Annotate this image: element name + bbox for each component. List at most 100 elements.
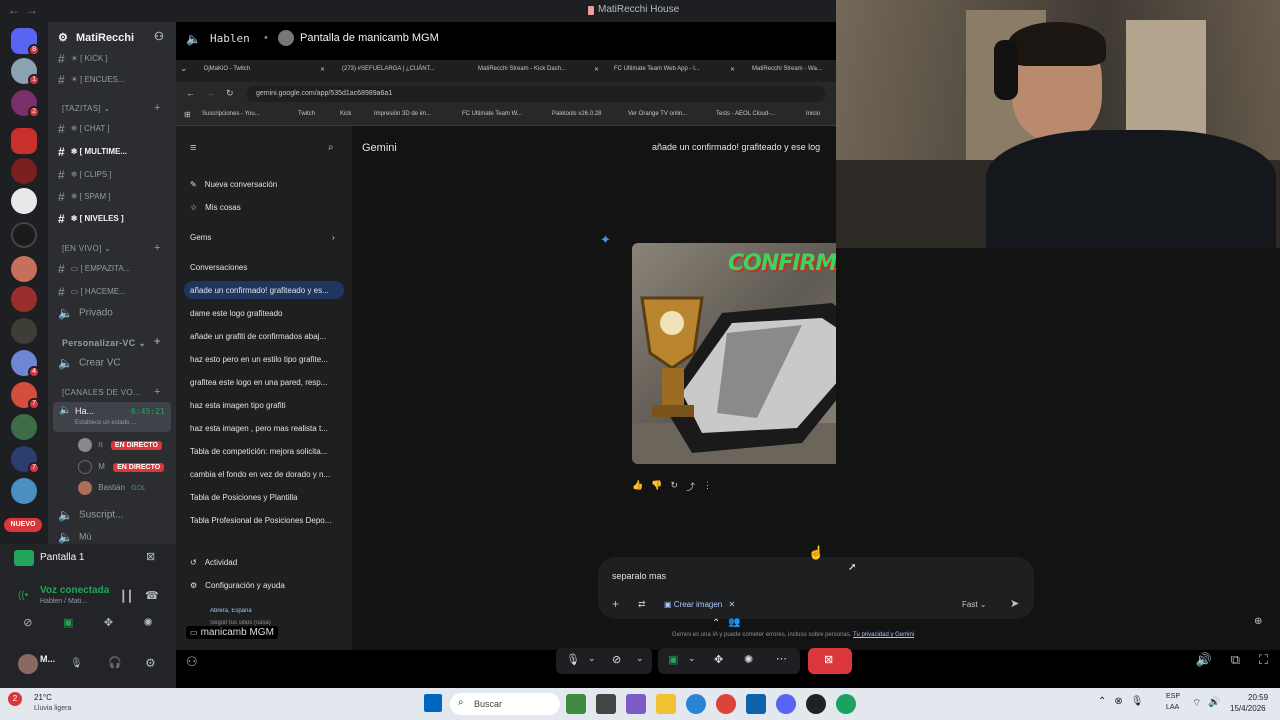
conversation-item[interactable]: haz esto pero en un estilo tipo grafite.… [190,355,340,364]
effects-icon[interactable]: ✺ [144,616,153,636]
activities-icon[interactable]: ✥ [714,653,723,666]
soundboard-icon[interactable]: ✺ [744,653,753,666]
gemini-brand[interactable]: Gemini [362,142,397,154]
zoom-icon[interactable]: ⊕ [1254,616,1262,627]
bookmark[interactable]: FC Ultimate Team W... [462,111,522,117]
conversation-item[interactable]: Tabla Profesional de Posiciones Depo... [190,516,340,525]
model-selector[interactable]: Fast ⌄ [962,600,987,609]
channel-item[interactable]: # ☀ [ ENCUES... [58,73,174,87]
channel-item[interactable]: # ☀ [ KICK ] [58,52,174,66]
server-icon[interactable] [11,478,37,504]
disconnect-icon[interactable]: ☎ [145,589,159,602]
video-off-icon[interactable]: ⊘ [23,616,32,636]
conversation-item[interactable]: Tabla de Posiciones y Plantilla [190,493,340,502]
wifi-icon[interactable]: ⌔ [1192,697,1201,710]
conversation-item[interactable]: dame este logo grafiteado [190,309,340,318]
mic-icon[interactable]: 🎙 [1131,696,1144,707]
conversation-item[interactable]: haz esta imagen , pero mas realista t... [190,424,340,433]
discord-icon[interactable] [776,694,796,714]
server-header[interactable]: ⚙ MatiRecchi ⚇ [48,22,176,52]
taskbar-app-icon[interactable] [806,694,826,714]
tools-icon[interactable]: ⇄ [638,599,646,610]
forward-icon[interactable]: → [206,88,215,98]
channel-item[interactable]: # ❄ [ MULTIME... [58,145,174,159]
create-image-chip[interactable]: ▣ Crear imagen ✕ [664,600,735,609]
start-button[interactable] [424,694,442,712]
settings-icon[interactable]: ⚙ [145,656,156,670]
taskbar-app-icon[interactable] [626,694,646,714]
avatar[interactable] [18,654,38,674]
participants-icon[interactable]: 👥 [728,617,740,628]
activities-icon[interactable]: ✥ [104,616,113,636]
add-icon[interactable]: + [612,597,619,611]
leave-call-button[interactable]: ⊠ [808,648,852,674]
mic-icon[interactable]: 🎙 [566,653,580,666]
bookmark[interactable]: Paletools v26.0.28 [552,111,601,117]
volume-icon[interactable]: 🔊 [1208,697,1220,708]
forward-icon[interactable]: → [26,3,38,17]
server-icon[interactable] [11,286,37,312]
bookmark[interactable]: Suscripciones - You... [202,111,260,117]
taskbar-app-icon[interactable] [746,694,766,714]
category-personalizar[interactable]: Personalizar-VC ⌄ + [62,336,160,349]
server-icon[interactable] [11,128,37,154]
chrome-icon[interactable] [716,694,736,714]
channel-item[interactable]: # ❄ [ NIVELES ] [58,212,174,226]
tab-close-icon[interactable]: ✕ [320,66,325,73]
active-voice-channel[interactable]: 🔈 Ha... 6:45:21 Establece un estado ... [53,402,171,432]
category-canales-voz[interactable]: [CANALES DE VO... + [62,386,160,398]
headphones-icon[interactable]: 🎧 [108,656,122,669]
discord-home-icon[interactable]: 8 [11,28,40,56]
back-icon[interactable]: ← [186,88,195,98]
bookmark[interactable]: Twitch [298,111,315,117]
popout-icon[interactable]: ⧉ [1231,652,1240,668]
server-icon[interactable] [11,318,37,344]
fullscreen-icon[interactable]: ⛶ [1259,652,1268,668]
conversation-item[interactable]: añade un grafiti de confirmados abaj... [190,332,340,341]
channel-item[interactable]: # ❄ [ SPAM ] [58,190,174,204]
chevron-down-icon[interactable]: ⌄ [688,653,696,664]
server-icon[interactable]: 7 [11,382,40,410]
server-icon[interactable] [11,188,37,214]
crear-vc-channel[interactable]: 🔈 Crear VC [58,356,174,370]
more-icon[interactable]: ⋮ [703,480,712,493]
channel-item[interactable]: 🔈 Suscript... [58,508,174,522]
thumbs-up-icon[interactable]: 👍 [632,480,643,493]
server-icon[interactable]: 7 [11,446,40,474]
menu-icon[interactable]: ≡ [190,142,196,154]
conversation-item[interactable]: cambia el fondo en vez de dorado y n... [190,470,340,479]
channel-item[interactable]: # ❄ [ CHAT ] [58,122,174,136]
taskbar-app-icon[interactable] [566,694,586,714]
conversation-item[interactable]: grafitea este logo en una pared, resp... [190,378,340,387]
gems-item[interactable]: Gems › [190,233,340,242]
channel-item[interactable]: # ▭ [ HACEME... [58,285,174,299]
camera-off-icon[interactable]: ⊘ [612,653,621,666]
tab-close-icon[interactable]: ✕ [730,66,735,73]
prompt-box[interactable]: separalo mas + ⇄ ▣ Crear imagen ✕ Fast ⌄… [598,557,1034,619]
channel-item[interactable]: 🔈 Mú [58,530,174,544]
file-explorer-icon[interactable] [656,694,676,714]
more-icon[interactable]: ⋯ [776,652,787,665]
browser-tab[interactable]: (273) #SEFUELARGA | ¿CUÁNT... [342,66,435,72]
share-icon[interactable]: ⤴ [686,480,695,493]
new-chat-button[interactable]: ✎ Nueva conversación [190,180,340,189]
url-field[interactable]: gemini.google.com/app/535d1ac68989a6a1 [246,86,826,102]
server-icon[interactable]: 2 [11,90,40,118]
server-icon[interactable]: 4 [11,350,40,378]
conversation-item[interactable]: añade un confirmado! grafiteado y es... [190,286,340,295]
stop-stream-icon[interactable]: ⊠ [146,550,155,563]
chevron-up-icon[interactable]: ⌃ [1098,696,1106,707]
add-person-icon[interactable]: ⚇ [186,654,198,670]
chevron-up-icon[interactable]: ⌃ [712,618,720,629]
thumbs-down-icon[interactable]: 👎 [651,480,662,493]
activity-item[interactable]: ↺ Actividad [190,558,340,567]
volume-icon[interactable]: 🔊 [1196,652,1212,668]
mic-icon[interactable]: 🎙 [70,658,83,669]
tab-search-icon[interactable]: ⌄ [180,63,188,74]
taskbar-search[interactable]: ⌕ Buscar [450,693,560,715]
tab-close-icon[interactable]: ✕ [594,66,599,73]
server-icon[interactable] [11,414,37,440]
back-icon[interactable]: ← [8,3,20,17]
apps-icon[interactable]: ⊞ [184,110,191,119]
reload-icon[interactable]: ↻ [226,88,234,99]
